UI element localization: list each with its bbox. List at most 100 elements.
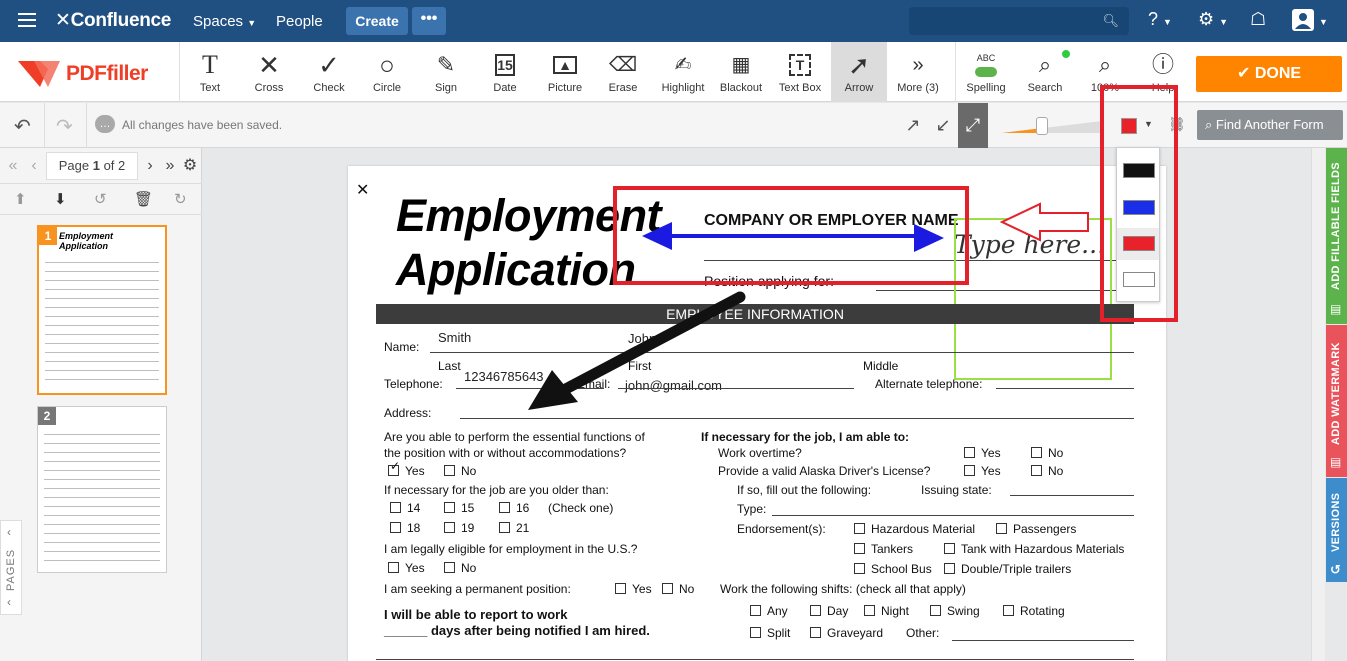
swatch-blue[interactable] <box>1123 200 1155 215</box>
checkbox-icon <box>444 465 455 476</box>
redo-icon[interactable]: ↷ <box>56 114 73 139</box>
email-value[interactable]: john@gmail.com <box>625 378 722 393</box>
tool-erase[interactable]: ⌫ Erase <box>598 42 648 102</box>
done-button[interactable]: ✔ DONE <box>1196 56 1342 92</box>
create-button[interactable]: Create <box>346 7 408 35</box>
tool-circle[interactable]: ○ Circle <box>362 42 412 102</box>
text-box-selection[interactable] <box>954 218 1112 380</box>
checkbox-age-19[interactable]: 19 <box>444 521 474 535</box>
checkbox-shift-swing[interactable]: Swing <box>930 604 980 618</box>
checkbox-overtime-yes[interactable]: Yes <box>964 446 1001 460</box>
tool-highlight[interactable]: ✍ Highlight <box>655 42 711 102</box>
page-thumbnail[interactable]: 2 <box>37 406 167 573</box>
checkbox-shift-day[interactable]: Day <box>810 604 848 618</box>
page-indicator[interactable]: Page 1 of 2 <box>46 152 138 180</box>
tool-cross[interactable]: ✕ Cross <box>244 42 294 102</box>
first-page-icon[interactable]: « <box>4 148 22 184</box>
issuing-state-line[interactable] <box>1010 495 1134 496</box>
tool-arrow[interactable]: ➚ Arrow <box>831 42 887 102</box>
checkbox-tankers[interactable]: Tankers <box>854 542 913 556</box>
checkbox-no[interactable]: No <box>444 464 476 478</box>
help-icon[interactable]: ? ▼ <box>1148 9 1172 30</box>
checkbox-shift-graveyard[interactable]: Graveyard <box>810 626 883 640</box>
checkbox-shift-split[interactable]: Split <box>750 626 790 640</box>
other-line[interactable] <box>952 640 1134 641</box>
checkbox-age-14[interactable]: 14 <box>390 501 420 515</box>
checkbox-yes[interactable]: ✓ Yes <box>388 459 425 478</box>
gear-icon[interactable]: ⚙ <box>181 148 199 184</box>
checkbox-age-18[interactable]: 18 <box>390 521 420 535</box>
nav-people[interactable]: People <box>276 13 323 30</box>
checkbox-perm-yes[interactable]: Yes <box>615 582 652 596</box>
checkbox-overtime-no[interactable]: No <box>1031 446 1063 460</box>
address-line[interactable] <box>460 418 1134 419</box>
rotate-icon[interactable]: ↺ <box>94 190 107 208</box>
prev-page-icon[interactable]: ‹ <box>26 148 42 184</box>
avatar[interactable]: ▼ <box>1292 9 1328 36</box>
tool-date[interactable]: 15 Date <box>480 42 530 102</box>
tool-picture[interactable]: ▲ Picture <box>539 42 591 102</box>
slider-handle[interactable] <box>1036 117 1048 135</box>
checkbox-license-yes[interactable]: Yes <box>964 464 1001 478</box>
search-input[interactable]: 🔍︎ <box>909 7 1129 35</box>
tab-versions[interactable]: VERSIONS ↺ <box>1326 478 1347 582</box>
checkbox-license-no[interactable]: No <box>1031 464 1063 478</box>
checkbox-age-15[interactable]: 15 <box>444 501 474 515</box>
calendar-icon: 15 <box>480 48 530 82</box>
checkbox-age-21[interactable]: 21 <box>499 521 529 535</box>
checkbox-legal-yes[interactable]: Yes <box>388 561 425 575</box>
tool-text[interactable]: T Text <box>186 42 234 102</box>
checkbox-shift-night[interactable]: Night <box>864 604 909 618</box>
arrow-double-icon[interactable]: ⤢ <box>958 103 988 148</box>
move-down-icon[interactable]: ⬇ <box>54 190 67 208</box>
page-thumbnail[interactable]: 1 Employment Application <box>37 225 167 395</box>
close-icon[interactable]: ✕ <box>356 180 369 200</box>
checkbox-shift-rotating[interactable]: Rotating <box>1003 604 1065 618</box>
next-page-icon[interactable]: › <box>142 148 158 184</box>
tool-text-box[interactable]: T Text Box <box>772 42 828 102</box>
document-icon: ▤ <box>1330 302 1342 316</box>
swatch-white[interactable] <box>1123 272 1155 287</box>
find-another-form-button[interactable]: ⌕ Find Another Form <box>1197 110 1343 140</box>
arrow-right-icon[interactable]: ↗ <box>898 103 928 148</box>
checkbox-legal-no[interactable]: No <box>444 561 476 575</box>
telephone-value[interactable]: 12346785643 <box>464 369 544 384</box>
move-up-icon[interactable]: ⬆ <box>14 190 27 208</box>
gear-icon[interactable]: ⚙ ▼ <box>1198 9 1228 30</box>
checkbox-shift-any[interactable]: Any <box>750 604 788 618</box>
first-caption: First <box>628 359 652 373</box>
last-name-value[interactable]: Smith <box>438 330 471 345</box>
checkbox-tank-hazardous[interactable]: Tank with Hazardous Materials <box>944 542 1124 556</box>
checkbox-age-16[interactable]: 16 <box>499 501 529 515</box>
confluence-logo[interactable]: ✕Confluence <box>55 9 171 32</box>
checkbox-passengers[interactable]: Passengers <box>996 522 1076 536</box>
last-page-icon[interactable]: » <box>161 148 179 184</box>
refresh-icon[interactable]: ↻ <box>174 190 187 208</box>
first-name-value[interactable]: John <box>628 331 656 346</box>
section-header: EMPLOYEE INFORMATION <box>376 304 1134 324</box>
trash-icon[interactable]: 🗑︎ <box>134 190 153 208</box>
nav-spaces[interactable]: Spaces ▼ <box>193 13 256 30</box>
scrollbar[interactable] <box>1311 148 1325 661</box>
arrow-left-icon[interactable]: ↙ <box>928 103 958 148</box>
menu-icon[interactable] <box>18 13 36 27</box>
tab-add-fillable-fields[interactable]: ADD FILLABLE FIELDS ▤ <box>1326 148 1347 324</box>
tool-blackout[interactable]: ▦ Blackout <box>714 42 768 102</box>
checkbox-double-triple[interactable]: Double/Triple trailers <box>944 562 1071 576</box>
checkbox-hazardous[interactable]: Hazardous Material <box>854 522 975 536</box>
notifications-icon[interactable]: ☖ <box>1250 9 1266 30</box>
more-button[interactable]: ••• <box>412 7 446 35</box>
swatch-red[interactable] <box>1123 236 1155 251</box>
checkbox-perm-no[interactable]: No <box>662 582 694 596</box>
pages-tab[interactable]: ‹ PAGES ‹ <box>0 520 22 615</box>
tab-add-watermark[interactable]: ADD WATERMARK ▤ <box>1326 325 1347 477</box>
tool-more[interactable]: » More (3) <box>892 42 944 102</box>
type-line[interactable] <box>772 515 1134 516</box>
tool-check[interactable]: ✓ Check <box>304 42 354 102</box>
thickness-slider[interactable] <box>1002 117 1102 135</box>
undo-icon[interactable]: ↶ <box>14 114 31 139</box>
swatch-black[interactable] <box>1123 163 1155 178</box>
tool-sign[interactable]: ✎ Sign <box>421 42 471 102</box>
tool-spelling[interactable]: ABC Spelling <box>960 42 1012 102</box>
checkbox-school-bus[interactable]: School Bus <box>854 562 932 576</box>
